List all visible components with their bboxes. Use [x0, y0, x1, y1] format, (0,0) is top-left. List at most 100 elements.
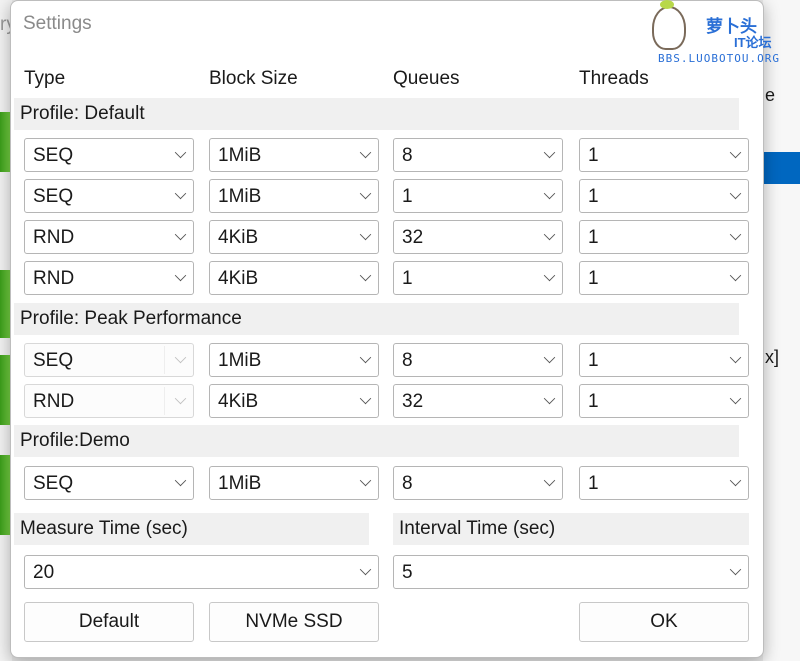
select-value: 4KiB	[218, 391, 259, 412]
block-select[interactable]: 1MiB	[209, 343, 379, 377]
block-select[interactable]: 4KiB	[209, 384, 379, 418]
measure-time-label: Measure Time (sec)	[14, 513, 369, 545]
chevron-down-icon	[174, 269, 187, 282]
select-value: 1MiB	[218, 145, 262, 166]
select-value: 8	[402, 473, 413, 494]
queues-select[interactable]: 8	[393, 466, 563, 500]
chevron-down-icon	[729, 351, 742, 364]
select-value: 1	[588, 268, 599, 289]
chevron-down-icon	[729, 146, 742, 159]
chevron-down-icon	[729, 228, 742, 241]
chevron-down-icon	[359, 146, 372, 159]
chevron-down-icon	[543, 269, 556, 282]
nvme-ssd-button[interactable]: NVMe SSD	[209, 602, 379, 642]
background-selected-row	[763, 152, 800, 184]
background-text: e	[765, 85, 776, 105]
type-select[interactable]: RND	[24, 220, 194, 254]
profile-header: Profile:Demo	[14, 425, 739, 457]
queues-select[interactable]: 32	[393, 384, 563, 418]
type-select[interactable]: SEQ	[24, 179, 194, 213]
threads-select[interactable]: 1	[579, 179, 749, 213]
chevron-down-icon	[359, 392, 372, 405]
queues-select[interactable]: 1	[393, 179, 563, 213]
chevron-down-icon	[174, 146, 187, 159]
type-select[interactable]: RND	[24, 261, 194, 295]
chevron-down-icon	[543, 228, 556, 241]
select-value: 1	[588, 227, 599, 248]
chevron-down-icon	[359, 228, 372, 241]
select-value: 1	[588, 391, 599, 412]
threads-select[interactable]: 1	[579, 466, 749, 500]
select-value: 1MiB	[218, 350, 262, 371]
chevron-down-icon	[359, 187, 372, 200]
queues-select[interactable]: 32	[393, 220, 563, 254]
select-value: RND	[33, 391, 75, 412]
block-select[interactable]: 1MiB	[209, 138, 379, 172]
select-value: SEQ	[33, 145, 74, 166]
default-button[interactable]: Default	[24, 602, 194, 642]
chevron-down-icon	[359, 351, 372, 364]
chevron-down-icon	[729, 392, 742, 405]
dialog-title: Settings	[23, 13, 92, 34]
select-value: 5	[402, 562, 413, 583]
chevron-down-icon	[543, 146, 556, 159]
profile-header: Profile: Default	[14, 98, 739, 130]
chevron-down-icon	[543, 474, 556, 487]
threads-select[interactable]: 1	[579, 220, 749, 254]
select-value: SEQ	[33, 350, 74, 371]
select-value: SEQ	[33, 473, 74, 494]
select-value: 1	[588, 473, 599, 494]
type-select[interactable]: SEQ	[24, 343, 194, 377]
select-value: SEQ	[33, 186, 74, 207]
queues-select[interactable]: 1	[393, 261, 563, 295]
column-header-queues: Queues	[393, 68, 460, 89]
threads-select[interactable]: 1	[579, 384, 749, 418]
select-value: 8	[402, 350, 413, 371]
background-text: x]	[765, 347, 780, 367]
select-value: 1MiB	[218, 473, 262, 494]
select-value: 1	[402, 268, 413, 289]
select-value: 4KiB	[218, 227, 259, 248]
mascot-icon	[652, 0, 686, 50]
select-value: 4KiB	[218, 268, 259, 289]
select-value: 1	[402, 186, 413, 207]
select-value: 32	[402, 391, 424, 412]
chevron-down-icon	[174, 228, 187, 241]
chevron-down-icon	[543, 187, 556, 200]
chevron-down-icon	[359, 269, 372, 282]
select-value: 1	[588, 145, 599, 166]
chevron-down-icon	[174, 351, 187, 364]
select-value: 1MiB	[218, 186, 262, 207]
select-value: 1	[588, 350, 599, 371]
queues-select[interactable]: 8	[393, 343, 563, 377]
block-select[interactable]: 4KiB	[209, 261, 379, 295]
chevron-down-icon	[174, 187, 187, 200]
type-select[interactable]: SEQ	[24, 138, 194, 172]
chevron-down-icon	[729, 187, 742, 200]
select-value: RND	[33, 227, 75, 248]
block-select[interactable]: 1MiB	[209, 179, 379, 213]
threads-select[interactable]: 1	[579, 343, 749, 377]
interval-time-select[interactable]: 5	[393, 555, 749, 589]
chevron-down-icon	[174, 392, 187, 405]
block-select[interactable]: 1MiB	[209, 466, 379, 500]
chevron-down-icon	[174, 474, 187, 487]
chevron-down-icon	[729, 269, 742, 282]
threads-select[interactable]: 1	[579, 261, 749, 295]
type-select[interactable]: RND	[24, 384, 194, 418]
threads-select[interactable]: 1	[579, 138, 749, 172]
chevron-down-icon	[729, 474, 742, 487]
chevron-down-icon	[543, 351, 556, 364]
queues-select[interactable]: 8	[393, 138, 563, 172]
column-header-threads: Threads	[579, 68, 649, 89]
block-select[interactable]: 4KiB	[209, 220, 379, 254]
ok-button[interactable]: OK	[579, 602, 749, 642]
profile-header: Profile: Peak Performance	[14, 303, 739, 335]
column-header-block_size: Block Size	[209, 68, 298, 89]
type-select[interactable]: SEQ	[24, 466, 194, 500]
chevron-down-icon	[543, 392, 556, 405]
column-header-type: Type	[24, 68, 66, 89]
chevron-down-icon	[359, 563, 372, 576]
select-value: 1	[588, 186, 599, 207]
measure-time-select[interactable]: 20	[24, 555, 379, 589]
